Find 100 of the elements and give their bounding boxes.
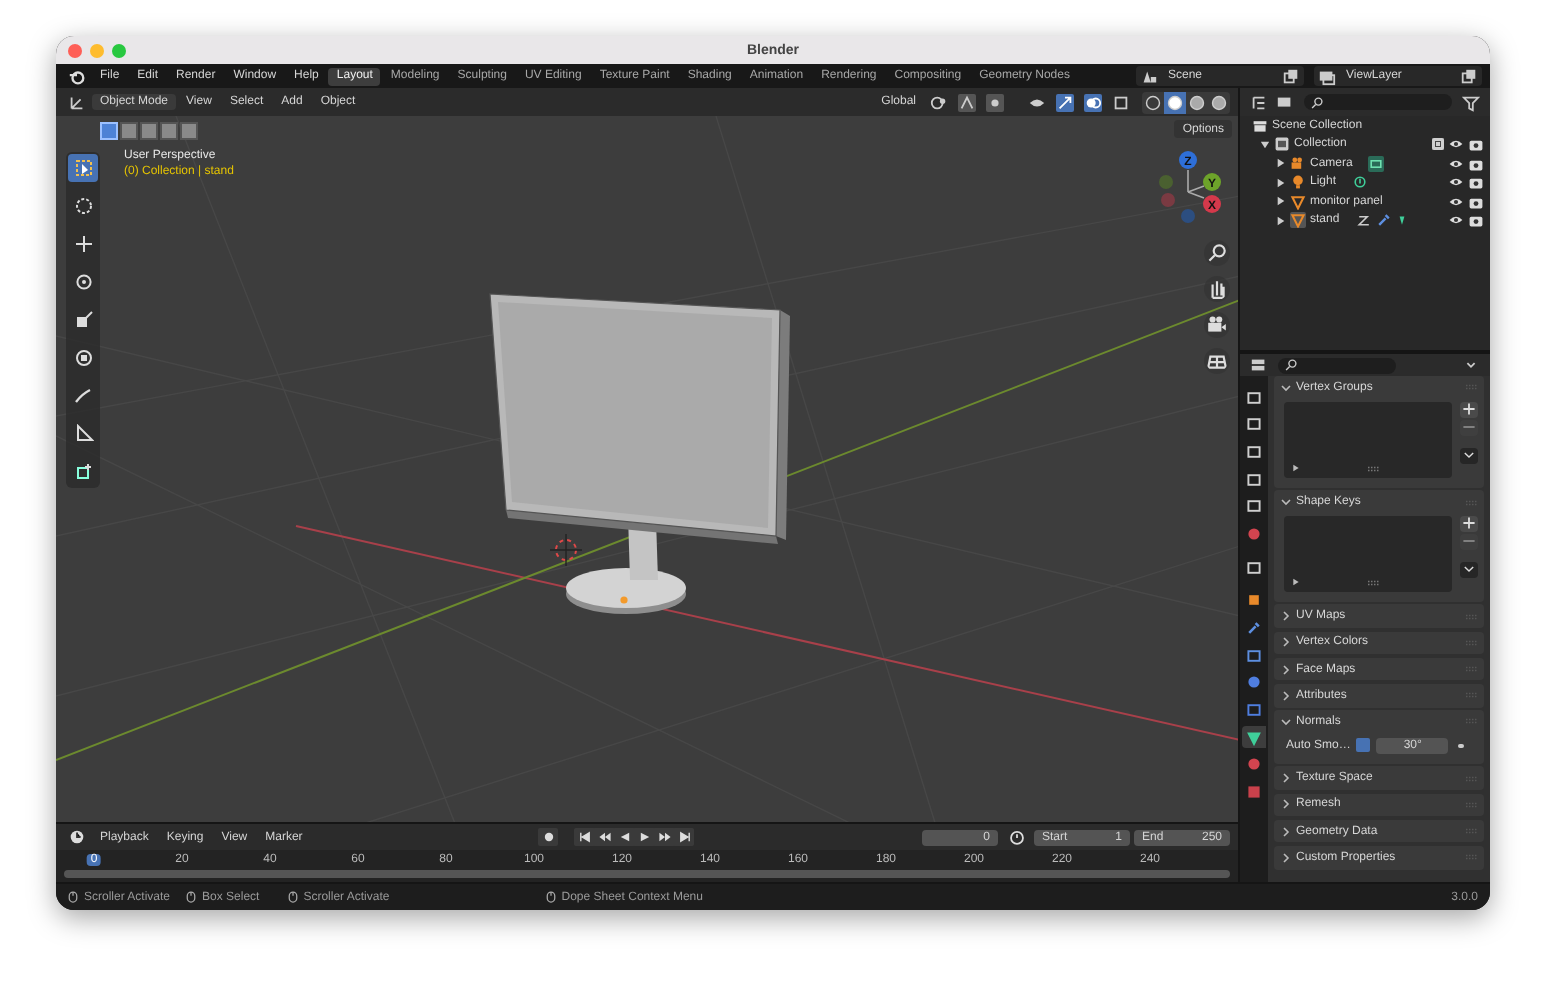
clock-icon[interactable]: [68, 828, 86, 846]
filter-icon[interactable]: [1462, 93, 1480, 111]
chevron-icon[interactable]: [1280, 496, 1292, 509]
mouse-icon: [68, 890, 78, 904]
camera-icon[interactable]: [1468, 136, 1484, 153]
eye-icon[interactable]: [1448, 212, 1464, 229]
eye-icon[interactable]: [1448, 136, 1464, 153]
zoom-icon[interactable]: [1204, 240, 1230, 266]
jump-start-icon: [577, 830, 592, 844]
plus-icon: [1462, 516, 1476, 531]
light-object-icon: [1290, 174, 1306, 191]
resize-handle-icon[interactable]: [1368, 465, 1380, 472]
expand-arrow-icon[interactable]: [1276, 177, 1286, 188]
axis-ball[interactable]: [1203, 173, 1221, 191]
display-mode-icon[interactable]: [1276, 93, 1294, 111]
proportional-edit-icon[interactable]: [986, 93, 1004, 111]
pivot-icon[interactable]: [930, 93, 948, 111]
overlay-toggle-icon[interactable]: [1084, 93, 1102, 111]
chevron-icon[interactable]: [1280, 689, 1292, 702]
previous-keyframe-button[interactable]: [594, 828, 615, 846]
chevron-icon[interactable]: [1280, 636, 1292, 649]
camera-data-icon[interactable]: [1368, 155, 1385, 172]
snap-icon[interactable]: [958, 93, 976, 111]
mouse-icon: [545, 890, 556, 904]
scene-icon[interactable]: [1140, 67, 1158, 85]
search-field[interactable]: [1304, 94, 1452, 110]
axis-ball[interactable]: [1179, 151, 1197, 169]
add-cube-icon: [73, 462, 93, 482]
expand-arrow-icon[interactable]: [1292, 577, 1300, 586]
layers-icon[interactable]: [1318, 67, 1336, 85]
chevron-icon[interactable]: [1280, 825, 1292, 838]
hand-icon[interactable]: [1204, 276, 1230, 302]
record-button[interactable]: [538, 828, 559, 846]
3d-cursor-icon: [549, 533, 583, 567]
move-icon: [73, 234, 93, 254]
expand-arrow-icon[interactable]: [1276, 215, 1286, 226]
expand-arrow-icon[interactable]: [1276, 196, 1286, 207]
search-field[interactable]: [1278, 357, 1396, 373]
chevron-down-icon: [1462, 562, 1476, 577]
transform-icon: [73, 348, 93, 368]
chevron-icon[interactable]: [1280, 663, 1292, 676]
editor-type-icon[interactable]: [1250, 356, 1268, 374]
exclude-checkbox[interactable]: [1432, 138, 1444, 151]
eye-icon[interactable]: [1448, 155, 1464, 172]
chevron-icon[interactable]: [1280, 798, 1292, 811]
chevron-icon[interactable]: [1280, 851, 1292, 864]
camera-icon[interactable]: [1468, 193, 1484, 210]
object-origin-icon: [620, 596, 628, 604]
add-button[interactable]: [1460, 401, 1478, 418]
copy-icon[interactable]: [1460, 67, 1478, 85]
resize-handle-icon[interactable]: [1368, 579, 1380, 586]
next-keyframe-button[interactable]: [654, 828, 675, 846]
grid-icon[interactable]: [1204, 348, 1230, 374]
chevron-icon[interactable]: [1280, 715, 1292, 728]
editor-type-icon[interactable]: [68, 93, 86, 111]
jump-end-button[interactable]: [674, 828, 695, 846]
rotate-icon: [73, 272, 93, 292]
select-tool-button[interactable]: [68, 154, 98, 182]
measure-icon: [73, 424, 93, 444]
specials-menu-button[interactable]: [1460, 561, 1478, 578]
mouse-icon: [186, 890, 197, 904]
search-icon: [1310, 95, 1324, 109]
expand-arrow-icon[interactable]: [1276, 158, 1286, 169]
xray-toggle-icon[interactable]: [1112, 93, 1130, 111]
copy-icon[interactable]: [1282, 67, 1300, 85]
wrench-icon[interactable]: [1375, 212, 1392, 229]
gizmo-toggle-icon[interactable]: [1056, 93, 1074, 111]
camera-icon[interactable]: [1468, 212, 1484, 229]
axis-ball[interactable]: [1203, 195, 1221, 213]
fast-forward-icon: [657, 830, 672, 844]
scrollbar[interactable]: [64, 870, 1230, 878]
shading-mode-icon[interactable]: [1208, 91, 1230, 113]
plus-icon: [1462, 402, 1476, 417]
record-icon: [541, 830, 556, 844]
app-logo-icon[interactable]: [68, 67, 86, 85]
specials-menu-button[interactable]: [1460, 447, 1478, 464]
shading-mode-icon[interactable]: [1142, 91, 1164, 113]
camera-icon[interactable]: [1204, 312, 1230, 338]
expand-arrow-icon[interactable]: [1292, 463, 1300, 472]
editor-type-icon[interactable]: [1250, 93, 1268, 111]
mouse-icon: [287, 890, 298, 904]
camera-icon[interactable]: [1468, 155, 1484, 172]
vertex-group-icon[interactable]: [1355, 212, 1372, 229]
shading-mode-icon[interactable]: [1164, 91, 1186, 113]
keyframe-dot-icon[interactable]: [1458, 743, 1464, 749]
camera-icon[interactable]: [1468, 174, 1484, 191]
eye-icon[interactable]: [1448, 193, 1464, 210]
expand-arrow-icon[interactable]: [1260, 139, 1270, 150]
shading-mode-icon[interactable]: [1186, 91, 1208, 113]
select-icon: [73, 158, 93, 178]
scene-collection-icon: [1252, 117, 1268, 134]
chevron-icon[interactable]: [1280, 772, 1292, 785]
auto-smooth-checkbox[interactable]: [1356, 738, 1371, 753]
add-button[interactable]: [1460, 515, 1478, 532]
light-data-icon[interactable]: [1352, 174, 1369, 191]
stopwatch-icon[interactable]: [1008, 828, 1027, 846]
eye-icon[interactable]: [1448, 174, 1464, 191]
chevron-icon[interactable]: [1280, 610, 1292, 623]
mesh-data-icon[interactable]: [1395, 212, 1408, 229]
chevron-icon[interactable]: [1280, 381, 1292, 394]
